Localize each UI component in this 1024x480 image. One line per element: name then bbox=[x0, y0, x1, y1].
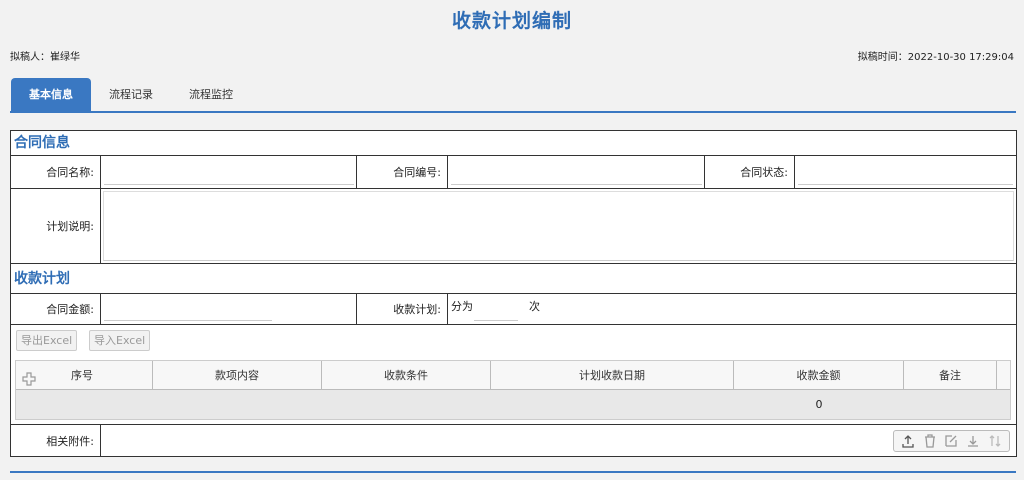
drafter-info: 拟稿人：崔绿华 bbox=[10, 52, 80, 63]
amount-row: 合同金额: 收款计划: 分为 次 bbox=[11, 294, 1016, 325]
grid-col-index-label: 序号 bbox=[71, 369, 93, 382]
download-icon[interactable] bbox=[965, 433, 981, 449]
tab-bar: 基本信息 流程记录 流程监控 bbox=[11, 78, 251, 111]
import-excel-button[interactable]: 导入Excel bbox=[89, 330, 151, 351]
contract-name-cell bbox=[101, 156, 357, 188]
plan-desc-cell bbox=[101, 189, 1016, 263]
contract-status-label: 合同状态: bbox=[705, 156, 795, 188]
contract-amount-input[interactable] bbox=[104, 297, 272, 321]
plan-desc-textarea[interactable] bbox=[103, 191, 1014, 261]
contract-no-label: 合同编号: bbox=[357, 156, 448, 188]
bottom-divider bbox=[10, 471, 1016, 473]
contract-amount-cell bbox=[101, 294, 357, 324]
contract-no-cell bbox=[448, 156, 705, 188]
contract-name-input[interactable] bbox=[104, 159, 354, 185]
tab-basic-info[interactable]: 基本信息 bbox=[11, 78, 91, 111]
trash-icon[interactable] bbox=[922, 433, 938, 449]
grid-header: 序号 款项内容 收款条件 计划收款日期 收款金额 备注 bbox=[16, 361, 1010, 390]
receipt-plan-label: 收款计划: bbox=[357, 294, 448, 324]
grid-col-remark: 备注 bbox=[904, 361, 997, 390]
upload-icon[interactable] bbox=[900, 433, 916, 449]
contract-section-header: 合同信息 bbox=[11, 131, 1016, 156]
tab-flow-record[interactable]: 流程记录 bbox=[91, 78, 171, 111]
export-excel-button[interactable]: 导出Excel bbox=[16, 330, 78, 351]
tab-flow-monitor[interactable]: 流程监控 bbox=[171, 78, 251, 111]
contract-section-title: 合同信息 bbox=[14, 135, 70, 151]
sort-icon[interactable] bbox=[987, 433, 1003, 449]
grid-col-amount: 收款金额 bbox=[734, 361, 904, 390]
attachment-row: 相关附件: bbox=[11, 425, 1016, 457]
split-suffix: 次 bbox=[529, 300, 540, 313]
contract-status-cell bbox=[795, 156, 1016, 188]
contract-name-label: 合同名称: bbox=[11, 156, 101, 188]
receipt-plan-cell: 分为 次 bbox=[448, 294, 1016, 324]
tab-divider bbox=[10, 111, 1016, 113]
form-panel: 合同信息 合同名称: 合同编号: 合同状态: 计划说明: 收款计划 合同金额: … bbox=[10, 130, 1017, 457]
draft-time: 拟稿时间：2022-10-30 17:29:04 bbox=[857, 52, 1014, 63]
attachment-label: 相关附件: bbox=[11, 425, 101, 457]
page-title: 收款计划编制 bbox=[451, 10, 572, 32]
plan-desc-label: 计划说明: bbox=[11, 189, 101, 263]
contract-no-input[interactable] bbox=[451, 159, 702, 185]
plan-section-header: 收款计划 bbox=[11, 264, 1016, 294]
contract-amount-label: 合同金额: bbox=[11, 294, 101, 324]
grid-col-index: 序号 bbox=[16, 361, 153, 390]
plus-icon[interactable] bbox=[22, 368, 36, 386]
grid-total-amount: 0 bbox=[815, 398, 823, 411]
contract-status-input[interactable] bbox=[798, 159, 1013, 185]
grid-col-condition: 收款条件 bbox=[322, 361, 491, 390]
grid-col-date: 计划收款日期 bbox=[491, 361, 734, 390]
split-prefix: 分为 bbox=[451, 300, 473, 313]
edit-icon[interactable] bbox=[943, 433, 959, 449]
plan-section-title: 收款计划 bbox=[14, 271, 70, 287]
contract-row: 合同名称: 合同编号: 合同状态: bbox=[11, 156, 1016, 189]
payment-plan-grid: 序号 款项内容 收款条件 计划收款日期 收款金额 备注 0 bbox=[15, 360, 1011, 420]
attachment-toolbar bbox=[893, 430, 1010, 452]
grid-col-content: 款项内容 bbox=[153, 361, 322, 390]
split-count-input[interactable] bbox=[474, 297, 518, 321]
plan-desc-row: 计划说明: bbox=[11, 189, 1016, 264]
